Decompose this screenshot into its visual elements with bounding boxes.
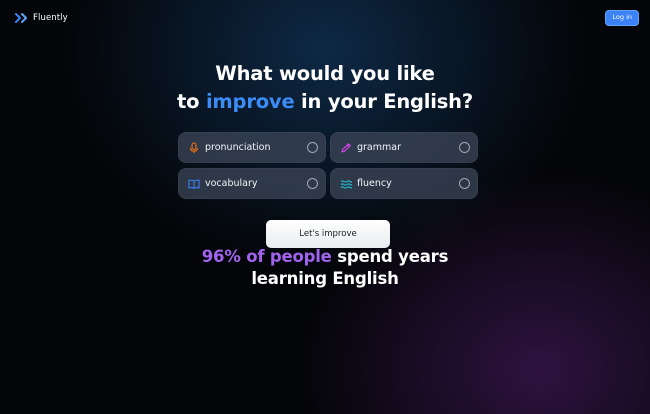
option-pronunciation[interactable]: pronunciation bbox=[178, 132, 326, 163]
statistic-text: 96% of people spend years learning Engli… bbox=[0, 246, 650, 290]
title-prefix: to bbox=[177, 90, 206, 113]
title-accent: improve bbox=[205, 90, 295, 113]
stat-line-2: learning English bbox=[251, 269, 399, 288]
stat-rest: spend years bbox=[331, 247, 449, 266]
option-vocabulary[interactable]: vocabulary bbox=[178, 168, 326, 199]
option-radio[interactable] bbox=[459, 142, 470, 153]
option-grammar[interactable]: grammar bbox=[330, 132, 478, 163]
option-label: fluency bbox=[357, 178, 392, 189]
option-label: vocabulary bbox=[205, 178, 258, 189]
brand[interactable]: Fluently bbox=[15, 13, 68, 23]
improvement-options: pronunciation grammar vocabulary fluency bbox=[178, 132, 478, 199]
page-title: What would you like to improve in your E… bbox=[0, 60, 650, 116]
title-suffix: in your English? bbox=[294, 90, 473, 113]
option-radio[interactable] bbox=[307, 142, 318, 153]
option-radio[interactable] bbox=[459, 178, 470, 189]
lets-improve-button[interactable]: Let's improve bbox=[266, 220, 390, 248]
option-label: pronunciation bbox=[205, 142, 271, 153]
logo-icon bbox=[15, 13, 27, 23]
option-label: grammar bbox=[357, 142, 401, 153]
option-radio[interactable] bbox=[307, 178, 318, 189]
header: Fluently Log in bbox=[0, 0, 650, 36]
pencil-icon bbox=[340, 142, 352, 154]
book-icon bbox=[188, 178, 200, 190]
title-line-1: What would you like bbox=[215, 62, 435, 85]
login-button[interactable]: Log in bbox=[605, 10, 639, 26]
option-fluency[interactable]: fluency bbox=[330, 168, 478, 199]
brand-name: Fluently bbox=[33, 13, 68, 23]
waves-icon bbox=[340, 178, 352, 190]
microphone-icon bbox=[188, 141, 200, 154]
stat-highlight: 96% of people bbox=[201, 247, 332, 266]
